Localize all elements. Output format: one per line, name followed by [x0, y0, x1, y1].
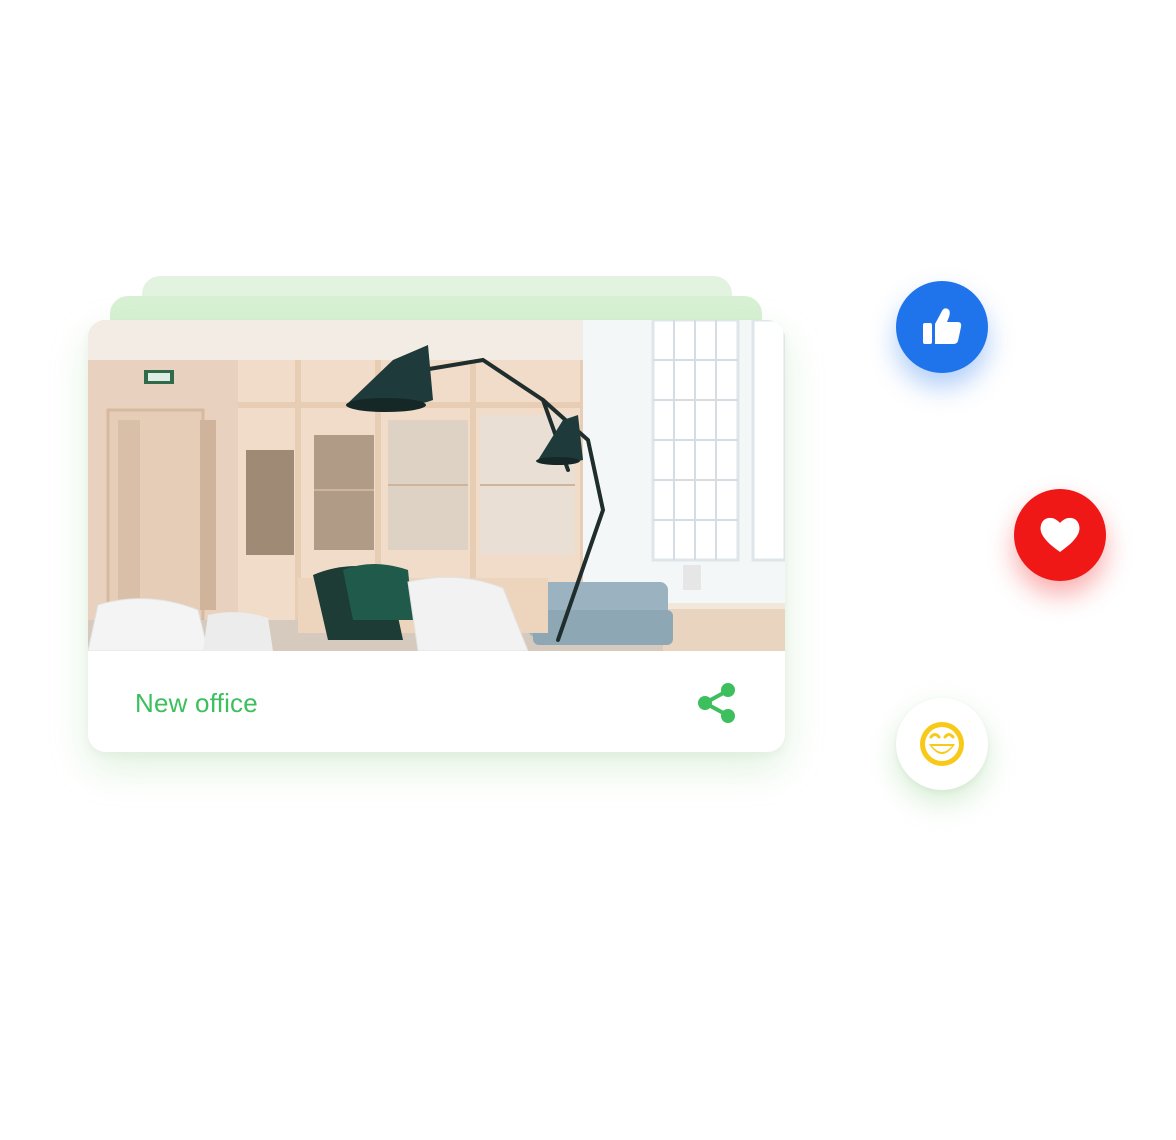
grinning-face-icon: [920, 722, 964, 766]
like-reaction-button[interactable]: [896, 281, 988, 373]
post-card[interactable]: New office: [88, 320, 785, 752]
social-post-illustration: New office: [0, 0, 1176, 1140]
love-reaction-button[interactable]: [1014, 489, 1106, 581]
share-icon[interactable]: [692, 678, 742, 728]
post-card-footer: New office: [88, 651, 785, 752]
heart-icon: [1040, 517, 1080, 552]
post-title: New office: [135, 688, 258, 718]
office-photo: [88, 320, 785, 651]
thumbs-up-icon: [923, 308, 962, 344]
haha-reaction-button[interactable]: [896, 698, 988, 790]
